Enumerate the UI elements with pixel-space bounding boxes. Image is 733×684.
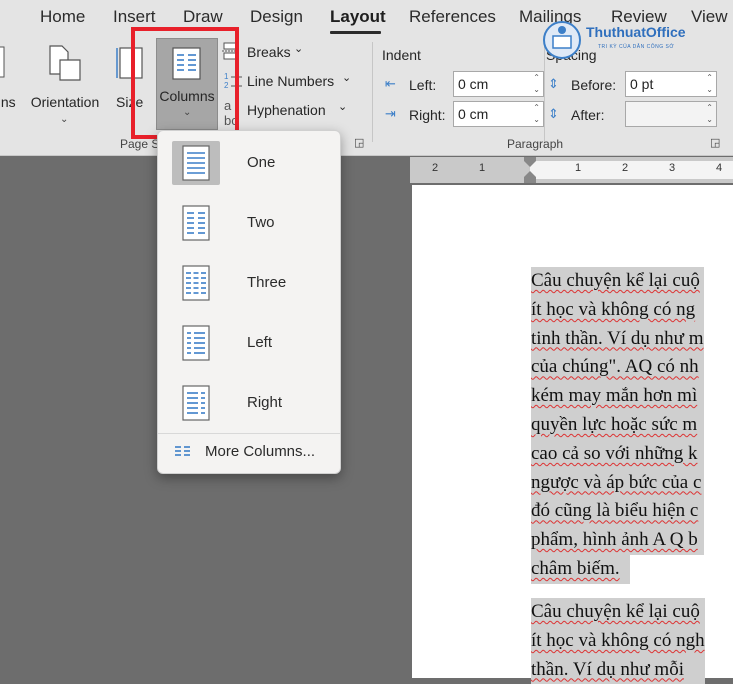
column-option-label: Two [247,214,275,231]
spacing-before-field[interactable]: 0 pt ⌃ ⌄ [625,71,717,97]
spin-arrows-icon[interactable]: ⌃ ⌄ [706,72,713,96]
spacing-after-icon: ⇕ [548,106,559,121]
tab-design[interactable]: Design [250,7,303,27]
spin-arrows-icon[interactable]: ⌃ ⌄ [533,72,540,96]
ruler-number: 1 [575,162,582,174]
right-column-icon [172,381,220,425]
text-line: phẩm, hình ảnh A Q b [531,526,704,555]
column-option-left[interactable]: Left [172,321,326,369]
text-line: Câu chuyện kể lại cuộ [531,267,704,296]
page-setup-launcher-icon[interactable]: ◲ [354,136,364,149]
chevron-down-icon: ⌄ [60,114,69,125]
margins-label: gins [0,94,16,110]
paragraph-1[interactable]: Câu chuyện kể lại cuộ ít học và không có… [531,267,704,584]
logo-tagline: TRI KỲ CỦA DÂN CÔNG SỞ [598,44,675,50]
indent-marker-icon[interactable] [523,157,537,183]
ruler-number: 2 [622,162,629,174]
orientation-button[interactable]: Orientation ⌄ [26,44,104,125]
ruler-text-area [530,161,733,179]
three-columns-icon [172,261,220,305]
text-line: cao cả so với những k [531,439,704,469]
document-page[interactable]: Câu chuyện kể lại cuộ ít học và không có… [412,185,733,684]
text-line: ít học và không có ngh [531,626,705,656]
margins-button[interactable]: gins [0,44,20,124]
indent-right-icon: ⇥ [385,106,396,121]
more-columns-icon [175,446,190,456]
paragraph-launcher-icon[interactable]: ◲ [710,136,720,149]
text-line: quyền lực hoặc sức m [531,410,704,440]
logo-name: ThuthuatOffice [586,24,686,40]
column-option-two[interactable]: Two [172,201,326,249]
text-line: ngược và áp bức của c [531,468,704,498]
page-setup-group-label: Page S [120,137,160,151]
spacing-before-value: 0 pt [630,76,654,92]
tab-references[interactable]: References [409,7,496,27]
orientation-label: Orientation [30,94,100,110]
spacing-after-field[interactable]: ⌃ ⌄ [625,101,717,127]
ruler-number: 1 [479,162,486,174]
ruler-number: 2 [432,162,439,174]
text-line: kém may mắn hơn mì [531,382,704,411]
spacing-before-label: Before: [571,77,617,93]
column-option-right[interactable]: Right [172,381,326,429]
text-line: châm biếm. [531,554,630,584]
indent-right-label: Right: [409,107,446,123]
spacing-after-label: After: [571,107,605,123]
thuthuatoffice-logo: ThuthuatOffice TRI KỲ CỦA DÂN CÔNG SỞ [540,16,733,68]
text-line: đó cũng là biểu hiện c [531,497,704,527]
text-line: Câu chuyện kể lại cuộ [531,598,705,627]
menu-divider [158,433,340,434]
indent-right-field[interactable]: 0 cm ⌃ ⌄ [453,101,544,127]
tab-insert[interactable]: Insert [113,7,156,27]
indent-left-value: 0 cm [458,76,489,92]
columns-dropdown-menu: One Two Three Left Right More Columns... [157,130,341,474]
indent-left-field[interactable]: 0 cm ⌃ ⌄ [453,71,544,97]
column-option-label: Three [247,274,287,291]
more-columns-label: More Columns... [205,443,316,460]
text-line: ít học và không có ng [531,295,704,325]
active-tab-indicator [330,31,381,34]
spin-arrows-icon[interactable]: ⌃ ⌄ [706,102,713,126]
indent-right-value: 0 cm [458,106,489,122]
ruler-number: 4 [716,162,723,174]
tab-draw[interactable]: Draw [183,7,223,27]
spin-arrows-icon[interactable]: ⌃ ⌄ [533,102,540,126]
breaks-label: Breaks [247,44,291,60]
group-divider [372,42,373,142]
one-column-icon [172,141,220,185]
spacing-before-icon: ⇕ [548,76,559,91]
margins-icon [0,46,5,78]
tab-layout[interactable]: Layout [330,7,386,27]
column-option-one[interactable]: One [172,141,326,189]
indent-left-icon: ⇤ [385,76,396,91]
text-line: của chúng". AQ có nh [531,353,704,383]
left-column-icon [172,321,220,365]
column-option-three[interactable]: Three [172,261,326,309]
column-option-label: Left [247,334,273,351]
tab-home[interactable]: Home [40,7,85,27]
hyphenation-label: Hyphenation [247,102,326,118]
text-line: thần. Ví dụ như mỗi [531,655,705,684]
paragraph-2[interactable]: Câu chuyện kể lại cuộ ít học và không có… [531,598,705,684]
text-line: tinh thần. Ví dụ như m [531,324,704,354]
two-columns-icon [172,201,220,245]
chevron-down-icon: ⌄ [342,72,352,84]
horizontal-ruler[interactable]: 2 1 1 2 3 4 [410,157,733,183]
indent-left-label: Left: [409,77,437,93]
orientation-icon [49,45,81,81]
chevron-down-icon: ⌄ [294,43,304,55]
ruler-number: 3 [669,162,676,174]
paragraph-group-label: Paragraph [507,137,564,151]
indent-label: Indent [382,47,421,63]
line-numbers-label: Line Numbers [247,73,335,89]
column-option-label: Right [247,394,283,411]
highlight-box [131,27,239,139]
column-option-label: One [247,154,276,171]
chevron-down-icon: ⌄ [338,101,348,113]
